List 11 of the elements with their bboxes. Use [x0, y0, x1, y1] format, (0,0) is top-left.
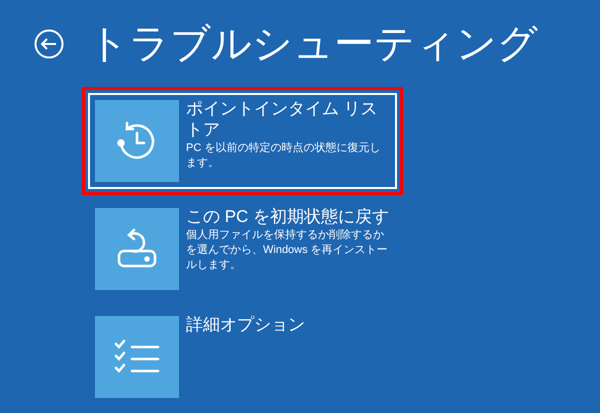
page-title: トラブルシューティング [88, 21, 538, 68]
option-description: 個人用ファイルを保持するか削除するかを選んでから、Windows を再インストールします。 [186, 228, 389, 273]
option-title: 詳細オプション [186, 314, 306, 335]
back-icon[interactable] [34, 29, 64, 59]
option-button[interactable]: ポイントインタイム リストア PC を以前の特定の時点の状態に復元します。 [88, 93, 397, 189]
option-description: PC を以前の特定の時点の状態に復元します。 [186, 141, 382, 171]
option-button[interactable]: この PC を初期状態に戻す 個人用ファイルを保持するか削除するかを選んでから、Windows を再インストールします。 [88, 201, 397, 297]
option-button[interactable]: 詳細オプション [88, 309, 397, 405]
option-title: ポイントインタイム リストア [186, 98, 379, 140]
option-title: この PC を初期状態に戻す [186, 206, 390, 227]
checklist-icon [114, 339, 160, 375]
